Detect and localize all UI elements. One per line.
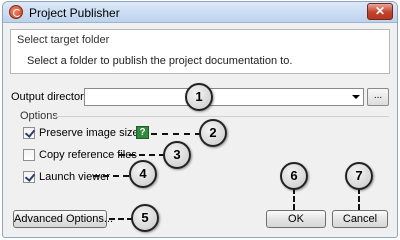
ok-button[interactable]: OK [266,210,326,228]
callout-6: 6 [280,162,308,190]
callout-2: 2 [199,119,227,147]
close-button[interactable]: ✕ [367,3,393,20]
callout-5-leader [109,218,133,220]
app-logo-icon [9,5,23,19]
project-publisher-dialog: Project Publisher ✕ Select target folder… [2,1,398,238]
copy-reference-files-checkbox[interactable] [23,149,35,161]
window-title: Project Publisher [29,6,120,20]
launch-viewer-label[interactable]: Launch viewer [39,171,110,183]
callout-2-leader [151,133,201,135]
header-title: Select target folder [17,34,110,46]
callout-7-leader [358,188,360,210]
output-directory-combobox[interactable] [84,88,364,106]
header-panel: Select target folder Select a folder to … [10,29,390,74]
callout-4: 4 [129,160,157,188]
callout-3-leader [119,154,165,156]
dropdown-arrow-icon[interactable] [352,95,360,99]
title-bar: Project Publisher ✕ [3,2,397,23]
advanced-options-button[interactable]: Advanced Options... [13,210,113,228]
header-description: Select a folder to publish the project d… [27,55,293,67]
preserve-image-size-label[interactable]: Preserve image size [39,127,139,139]
callout-3: 3 [163,141,191,169]
callout-7: 7 [345,162,373,190]
callout-5: 5 [131,204,159,232]
launch-viewer-checkbox[interactable] [23,171,35,183]
help-icon[interactable]: ? [136,126,149,139]
options-divider [55,116,389,117]
callout-6-leader [293,188,295,210]
options-group-label: Options [20,110,58,122]
browse-button[interactable]: ... [367,88,389,106]
preserve-image-size-checkbox[interactable] [23,127,35,139]
cancel-button[interactable]: Cancel [332,210,388,228]
callout-1: 1 [185,83,213,111]
callout-4-leader [93,175,129,177]
output-directory-label: Output directory: [11,91,93,103]
